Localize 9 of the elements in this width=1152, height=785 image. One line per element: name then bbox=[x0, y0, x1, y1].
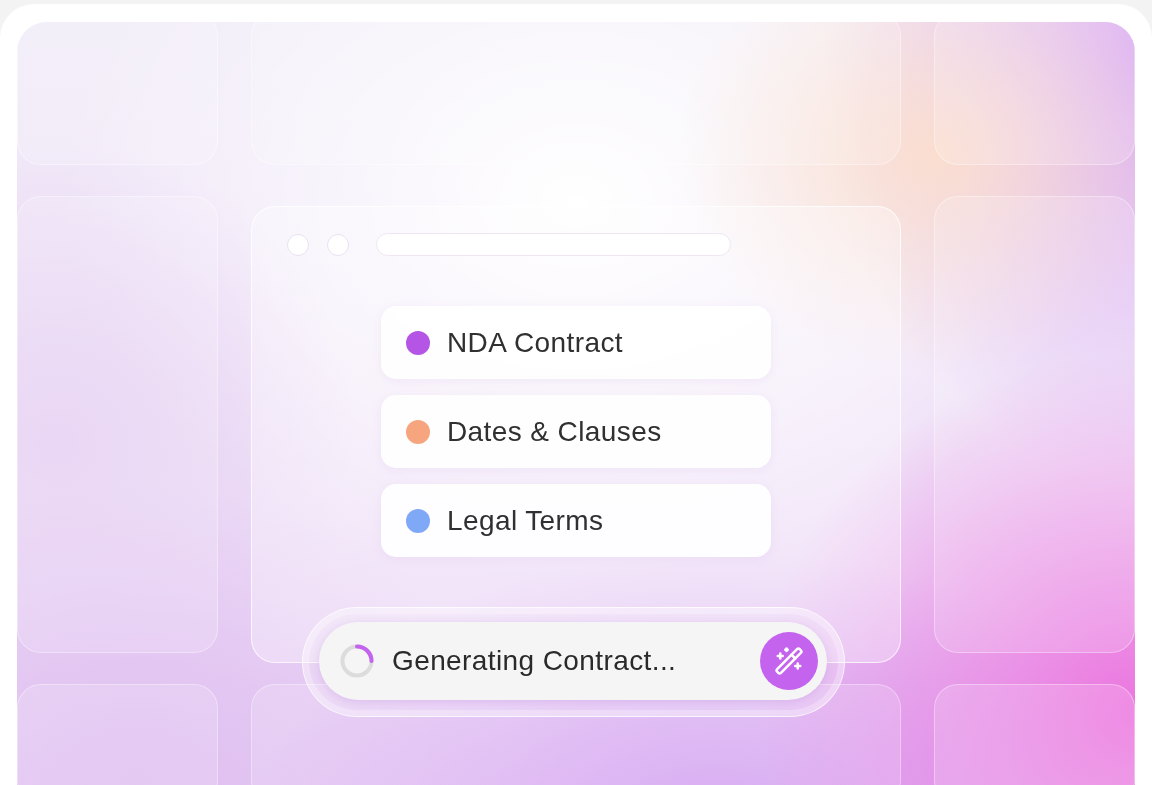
item-label: Legal Terms bbox=[447, 504, 604, 537]
magic-wand-icon bbox=[774, 646, 804, 676]
item-label: NDA Contract bbox=[447, 326, 623, 359]
window-dot-icon bbox=[327, 233, 349, 256]
status-text: Generating Contract... bbox=[392, 645, 678, 677]
window-dot-icon bbox=[287, 233, 309, 256]
loading-spinner-icon bbox=[340, 644, 374, 678]
magic-button[interactable] bbox=[760, 632, 818, 690]
item-label: Dates & Clauses bbox=[447, 415, 662, 448]
